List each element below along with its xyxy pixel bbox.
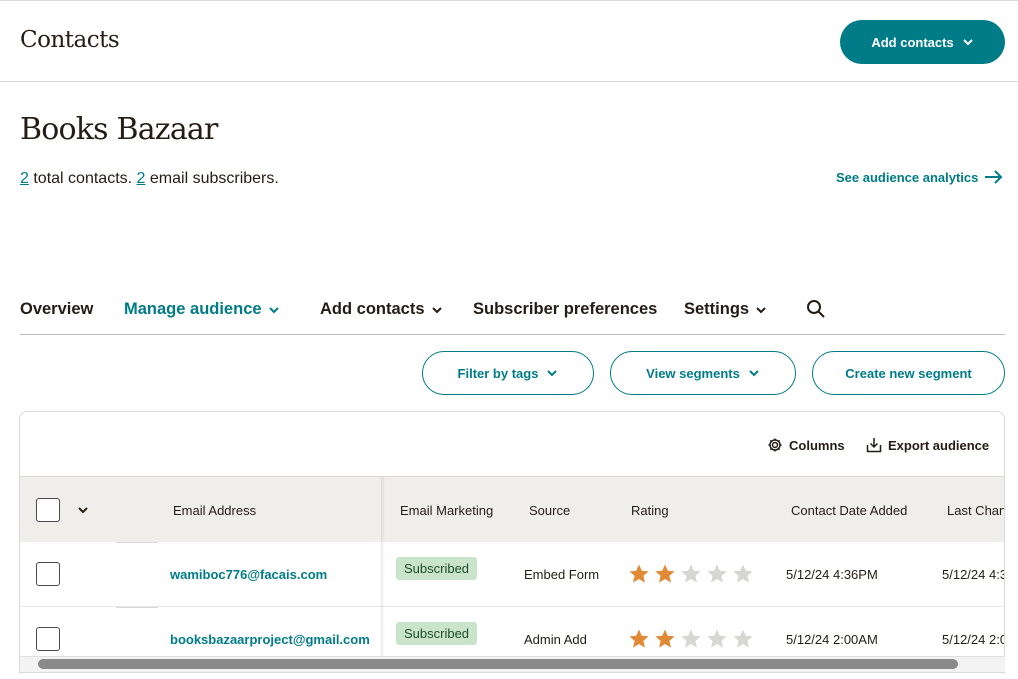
audience-name: Books Bazaar (20, 112, 218, 147)
rating-stars (628, 628, 754, 650)
star-icon[interactable] (706, 628, 728, 650)
email-subscribers-text: email subscribers. (149, 170, 279, 187)
table-row[interactable]: wamiboc776@facais.com Subscribed Embed F… (20, 542, 1005, 607)
page-title: Contacts (20, 27, 120, 53)
create-segment-label: Create new segment (845, 365, 972, 381)
horizontal-scrollbar-thumb[interactable] (38, 659, 958, 669)
columns-button[interactable]: Columns (767, 437, 845, 453)
filter-by-tags-label: Filter by tags (457, 365, 539, 381)
contact-source: Embed Form (524, 567, 600, 582)
divider (116, 542, 158, 543)
audience-analytics-link[interactable]: See audience analytics (836, 169, 1004, 185)
chevron-down-icon (962, 39, 973, 46)
contact-date-added: 5/12/24 2:00AM (786, 632, 878, 647)
chevron-down-icon (547, 370, 558, 377)
total-contacts-link[interactable]: 2 (20, 170, 29, 187)
chevron-down-icon (431, 306, 442, 313)
status-badge: Subscribed (396, 622, 478, 645)
tab-label: Settings (684, 300, 750, 318)
download-icon (866, 438, 882, 453)
audience-nav: Overview Manage audience Add contacts Su… (20, 296, 1005, 335)
search-icon (807, 300, 825, 318)
table-header: Email Address Email Marketing Source Rat… (20, 477, 1004, 542)
column-header-date-added[interactable]: Contact Date Added (791, 503, 907, 518)
row-checkbox[interactable] (36, 562, 60, 586)
gear-icon (768, 438, 782, 452)
search-button[interactable] (806, 299, 826, 319)
row-checkbox[interactable] (36, 627, 60, 651)
contact-email-link[interactable]: wamiboc776@facais.com (170, 567, 327, 582)
star-icon[interactable] (628, 563, 650, 585)
tab-label: Add contacts (320, 300, 425, 318)
tab-settings[interactable]: Settings (684, 300, 767, 319)
columns-label: Columns (789, 437, 845, 453)
view-segments-button[interactable]: View segments (610, 351, 796, 395)
view-segments-label: View segments (646, 365, 740, 381)
contacts-table: Columns Export audience Email Address Em… (19, 411, 1005, 673)
chevron-down-icon (749, 370, 759, 377)
add-contacts-button[interactable]: Add contacts (840, 20, 1005, 64)
tab-subscriber-preferences[interactable]: Subscriber preferences (473, 300, 657, 319)
table-toolbar: Columns Export audience (20, 412, 1004, 477)
add-contacts-button-label: Add contacts (871, 34, 954, 50)
create-segment-button[interactable]: Create new segment (812, 351, 1005, 395)
email-marketing-status: Subscribed (396, 622, 478, 645)
email-subscribers-link[interactable]: 2 (137, 170, 146, 187)
star-icon[interactable] (680, 563, 702, 585)
sticky-column-shadow (381, 477, 385, 672)
tab-manage-audience[interactable]: Manage audience (124, 300, 280, 319)
chevron-down-icon[interactable] (77, 504, 89, 516)
star-icon[interactable] (654, 563, 676, 585)
audience-counts: 2 total contacts. 2 email subscribers. (20, 170, 279, 188)
arrow-right-icon (985, 170, 1003, 184)
column-header-source[interactable]: Source (529, 503, 570, 518)
email-marketing-status: Subscribed (396, 557, 478, 580)
contact-last-changed: 5/12/24 4:3 (942, 567, 1005, 582)
tab-overview[interactable]: Overview (20, 300, 93, 319)
rating-stars (628, 563, 754, 585)
tab-label: Overview (20, 300, 94, 318)
select-all-checkbox[interactable] (36, 498, 60, 522)
contact-last-changed: 5/12/24 2:0 (942, 632, 1005, 647)
filter-by-tags-button[interactable]: Filter by tags (422, 351, 594, 395)
star-icon[interactable] (628, 628, 650, 650)
star-icon[interactable] (654, 628, 676, 650)
divider (116, 607, 158, 608)
tab-add-contacts[interactable]: Add contacts (320, 300, 443, 319)
tab-label: Manage audience (124, 300, 262, 318)
star-icon[interactable] (732, 563, 754, 585)
total-contacts-text: total contacts. (33, 170, 133, 187)
column-header-last-changed[interactable]: Last Chan (947, 503, 1004, 518)
star-icon[interactable] (732, 628, 754, 650)
column-header-email[interactable]: Email Address (173, 503, 256, 518)
contact-date-added: 5/12/24 4:36PM (786, 567, 878, 582)
star-icon[interactable] (706, 563, 728, 585)
export-audience-label: Export audience (888, 437, 990, 453)
column-header-email-marketing[interactable]: Email Marketing (400, 503, 493, 518)
chevron-down-icon (756, 306, 766, 313)
status-badge: Subscribed (396, 557, 478, 580)
audience-analytics-label: See audience analytics (836, 169, 979, 185)
contact-source: Admin Add (524, 632, 587, 647)
top-bar: Contacts Add contacts (0, 0, 1018, 82)
tab-label: Subscriber preferences (473, 300, 658, 318)
contact-email-link[interactable]: booksbazaarproject@gmail.com (170, 632, 370, 647)
column-header-rating[interactable]: Rating (631, 503, 669, 518)
export-audience-button[interactable]: Export audience (866, 437, 989, 453)
star-icon[interactable] (680, 628, 702, 650)
chevron-down-icon (268, 306, 279, 313)
